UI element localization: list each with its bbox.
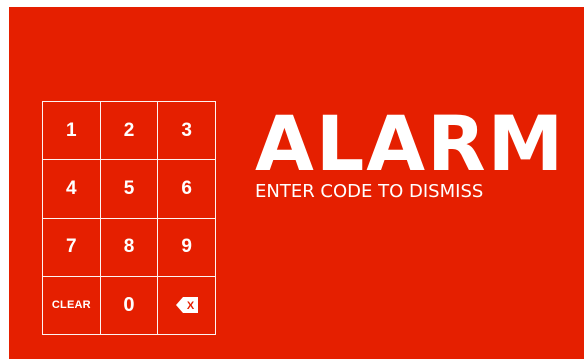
key-0[interactable]: 0 xyxy=(100,276,159,335)
key-6[interactable]: 6 xyxy=(158,160,216,219)
backspace-button[interactable]: X xyxy=(158,276,216,335)
key-7[interactable]: 7 xyxy=(43,218,101,277)
alarm-screen: 1 2 3 4 5 6 7 8 9 CLEAR 0 X ALARM ENTER … xyxy=(9,7,584,359)
key-3[interactable]: 3 xyxy=(158,102,216,161)
key-9[interactable]: 9 xyxy=(158,218,216,277)
app-frame: 1 2 3 4 5 6 7 8 9 CLEAR 0 X ALARM ENTER … xyxy=(0,0,585,364)
key-4[interactable]: 4 xyxy=(43,160,101,219)
key-1[interactable]: 1 xyxy=(43,102,101,161)
key-2[interactable]: 2 xyxy=(100,102,159,161)
alarm-message: ALARM ENTER CODE TO DISMISS xyxy=(255,99,575,203)
key-8[interactable]: 8 xyxy=(100,218,159,277)
backspace-glyph: X xyxy=(186,300,194,312)
backspace-icon: X xyxy=(175,297,198,314)
alarm-title: ALARM xyxy=(255,99,566,188)
keypad: 1 2 3 4 5 6 7 8 9 CLEAR 0 X xyxy=(42,101,216,335)
clear-button[interactable]: CLEAR xyxy=(43,276,101,335)
key-5[interactable]: 5 xyxy=(100,160,159,219)
